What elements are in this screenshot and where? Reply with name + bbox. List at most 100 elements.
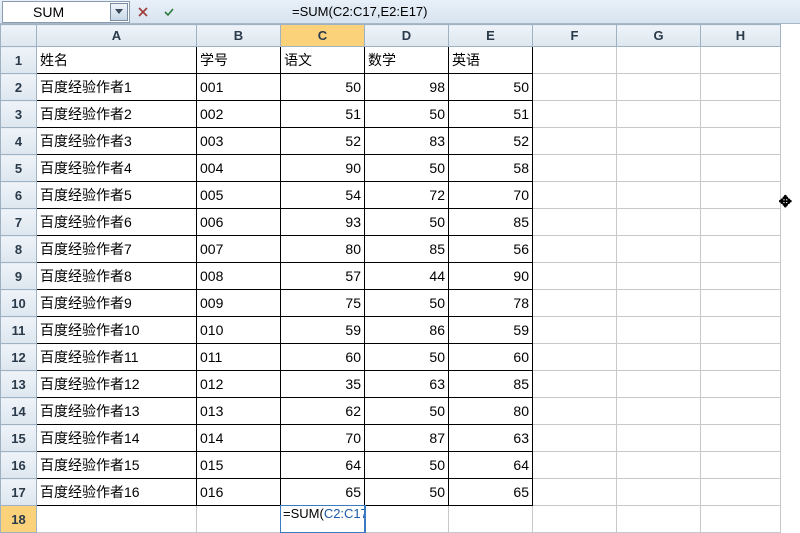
cell-B5[interactable]: 004 (197, 155, 281, 182)
cell-C3[interactable]: 51 (281, 101, 365, 128)
cell-B10[interactable]: 009 (197, 290, 281, 317)
cell-D18[interactable] (365, 506, 449, 533)
cell-B17[interactable]: 016 (197, 479, 281, 506)
cell-C9[interactable]: 57 (281, 263, 365, 290)
cell-G11[interactable] (617, 317, 701, 344)
cell-F11[interactable] (533, 317, 617, 344)
cell-B4[interactable]: 003 (197, 128, 281, 155)
cell-C15[interactable]: 70 (281, 425, 365, 452)
cell-E7[interactable]: 85 (449, 209, 533, 236)
row-header-14[interactable]: 14 (1, 398, 37, 425)
cell-D6[interactable]: 72 (365, 182, 449, 209)
cell-F2[interactable] (533, 74, 617, 101)
cell-F10[interactable] (533, 290, 617, 317)
cell-G8[interactable] (617, 236, 701, 263)
row-header-16[interactable]: 16 (1, 452, 37, 479)
cell-C11[interactable]: 59 (281, 317, 365, 344)
cell-E2[interactable]: 50 (449, 74, 533, 101)
confirm-button[interactable] (159, 2, 179, 22)
cell-F13[interactable] (533, 371, 617, 398)
cell-H8[interactable] (701, 236, 781, 263)
cell-D7[interactable]: 50 (365, 209, 449, 236)
cell-A11[interactable]: 百度经验作者10 (37, 317, 197, 344)
cell-H7[interactable] (701, 209, 781, 236)
cell-D10[interactable]: 50 (365, 290, 449, 317)
cell-H10[interactable] (701, 290, 781, 317)
cell-B11[interactable]: 010 (197, 317, 281, 344)
cell-C18[interactable]: =SUM(C2:C17,E2:E17) (281, 506, 365, 533)
row-header-9[interactable]: 9 (1, 263, 37, 290)
cell-B1[interactable]: 学号 (197, 47, 281, 74)
cell-B14[interactable]: 013 (197, 398, 281, 425)
cell-C14[interactable]: 62 (281, 398, 365, 425)
cell-D5[interactable]: 50 (365, 155, 449, 182)
cell-D11[interactable]: 86 (365, 317, 449, 344)
cell-G14[interactable] (617, 398, 701, 425)
cell-F7[interactable] (533, 209, 617, 236)
cell-E17[interactable]: 65 (449, 479, 533, 506)
cell-B8[interactable]: 007 (197, 236, 281, 263)
cell-F15[interactable] (533, 425, 617, 452)
cell-E1[interactable]: 英语 (449, 47, 533, 74)
cell-A14[interactable]: 百度经验作者13 (37, 398, 197, 425)
name-box[interactable]: SUM (2, 1, 130, 23)
column-header-D[interactable]: D (365, 25, 449, 47)
cell-C12[interactable]: 60 (281, 344, 365, 371)
row-header-8[interactable]: 8 (1, 236, 37, 263)
row-header-3[interactable]: 3 (1, 101, 37, 128)
cell-E3[interactable]: 51 (449, 101, 533, 128)
cell-F5[interactable] (533, 155, 617, 182)
cell-G3[interactable] (617, 101, 701, 128)
cell-B7[interactable]: 006 (197, 209, 281, 236)
cell-A10[interactable]: 百度经验作者9 (37, 290, 197, 317)
cell-C5[interactable]: 90 (281, 155, 365, 182)
cell-B16[interactable]: 015 (197, 452, 281, 479)
cell-E11[interactable]: 59 (449, 317, 533, 344)
cell-A16[interactable]: 百度经验作者15 (37, 452, 197, 479)
cell-E12[interactable]: 60 (449, 344, 533, 371)
row-header-15[interactable]: 15 (1, 425, 37, 452)
row-header-1[interactable]: 1 (1, 47, 37, 74)
cell-H4[interactable] (701, 128, 781, 155)
cell-C7[interactable]: 93 (281, 209, 365, 236)
cell-E6[interactable]: 70 (449, 182, 533, 209)
select-all-corner[interactable] (1, 25, 37, 47)
row-header-4[interactable]: 4 (1, 128, 37, 155)
cell-D16[interactable]: 50 (365, 452, 449, 479)
cell-H1[interactable] (701, 47, 781, 74)
cell-D4[interactable]: 83 (365, 128, 449, 155)
cell-G7[interactable] (617, 209, 701, 236)
column-header-G[interactable]: G (617, 25, 701, 47)
cell-B6[interactable]: 005 (197, 182, 281, 209)
row-header-11[interactable]: 11 (1, 317, 37, 344)
cell-H13[interactable] (701, 371, 781, 398)
cell-D9[interactable]: 44 (365, 263, 449, 290)
cell-D17[interactable]: 50 (365, 479, 449, 506)
cell-A13[interactable]: 百度经验作者12 (37, 371, 197, 398)
cell-G9[interactable] (617, 263, 701, 290)
cell-G18[interactable] (617, 506, 701, 533)
cell-E15[interactable]: 63 (449, 425, 533, 452)
row-header-13[interactable]: 13 (1, 371, 37, 398)
cell-C10[interactable]: 75 (281, 290, 365, 317)
cell-H3[interactable] (701, 101, 781, 128)
cell-B2[interactable]: 001 (197, 74, 281, 101)
row-header-5[interactable]: 5 (1, 155, 37, 182)
cell-F1[interactable] (533, 47, 617, 74)
cell-D3[interactable]: 50 (365, 101, 449, 128)
spreadsheet-grid[interactable]: ABCDEFGH1姓名学号语文数学英语2百度经验作者10015098503百度经… (0, 24, 800, 533)
cell-H16[interactable] (701, 452, 781, 479)
cell-H14[interactable] (701, 398, 781, 425)
cell-A17[interactable]: 百度经验作者16 (37, 479, 197, 506)
cell-E5[interactable]: 58 (449, 155, 533, 182)
cell-A2[interactable]: 百度经验作者1 (37, 74, 197, 101)
cell-E13[interactable]: 85 (449, 371, 533, 398)
cell-C1[interactable]: 语文 (281, 47, 365, 74)
cell-E4[interactable]: 52 (449, 128, 533, 155)
cell-F8[interactable] (533, 236, 617, 263)
cell-H15[interactable] (701, 425, 781, 452)
cell-G6[interactable] (617, 182, 701, 209)
row-header-10[interactable]: 10 (1, 290, 37, 317)
cell-B18[interactable] (197, 506, 281, 533)
column-header-E[interactable]: E (449, 25, 533, 47)
